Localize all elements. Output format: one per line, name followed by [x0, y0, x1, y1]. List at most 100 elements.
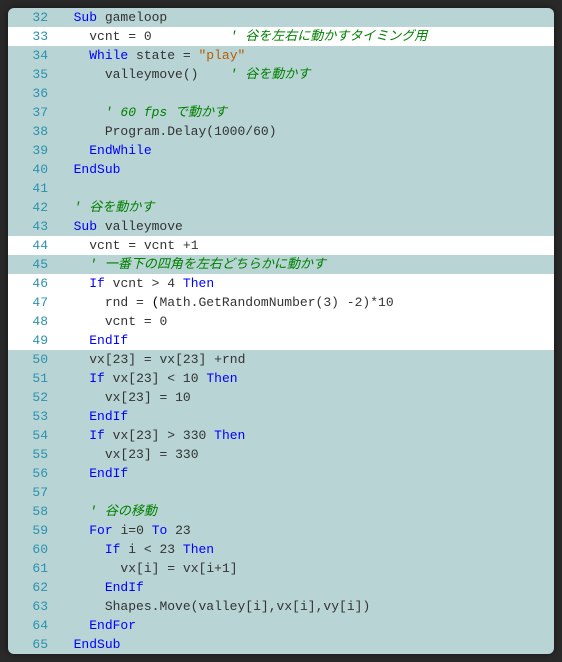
- line-number: 46: [8, 274, 58, 293]
- token-kw: Sub: [74, 10, 97, 25]
- token-ident: GetRandomNumber: [198, 295, 315, 310]
- code-content: EndIf: [58, 331, 554, 350]
- token-ident: vcnt: [105, 314, 136, 329]
- code-line: 39 EndWhile: [8, 141, 554, 160]
- token-op: [: [245, 599, 253, 614]
- token-ident: vx: [120, 561, 136, 576]
- token-op: (): [183, 67, 199, 82]
- token-ident: i: [347, 599, 355, 614]
- token-op: +: [214, 561, 222, 576]
- code-line: 56 EndIf: [8, 464, 554, 483]
- token-kw: If: [89, 428, 105, 443]
- line-number: 57: [8, 483, 58, 502]
- token-ident: valleymove: [105, 67, 183, 82]
- code-content: Program.Delay(1000/60): [58, 122, 554, 141]
- token-op: ]: [308, 599, 316, 614]
- token-ident: Shapes: [105, 599, 152, 614]
- token-kw: Then: [214, 428, 245, 443]
- token-plain: [58, 124, 105, 139]
- token-num: 23: [159, 542, 175, 557]
- code-line: 55 vx[23] = 330: [8, 445, 554, 464]
- token-op: ): [269, 124, 277, 139]
- code-content: ' 谷の移動: [58, 502, 554, 521]
- line-number: 59: [8, 521, 58, 540]
- line-number: 56: [8, 464, 58, 483]
- token-plain: [58, 618, 89, 633]
- token-ident: vx: [277, 599, 293, 614]
- token-kw: EndIf: [89, 333, 128, 348]
- code-content: If vcnt > 4 Then: [58, 274, 554, 293]
- code-content: EndIf: [58, 464, 554, 483]
- token-ident: vcnt: [89, 29, 120, 44]
- token-ident: valleymove: [105, 219, 183, 234]
- line-number: 33: [8, 27, 58, 46]
- token-ident: vx: [160, 352, 176, 367]
- code-line: 52 vx[23] = 10: [8, 388, 554, 407]
- token-op: [: [136, 561, 144, 576]
- token-kw: EndWhile: [89, 143, 151, 158]
- code-content: EndFor: [58, 616, 554, 635]
- token-plain: [167, 447, 175, 462]
- token-ident: vx: [105, 390, 121, 405]
- token-plain: [58, 637, 74, 652]
- token-kw: EndIf: [105, 580, 144, 595]
- token-ident: Math: [159, 295, 190, 310]
- token-num: 330: [175, 447, 198, 462]
- token-plain: [58, 48, 89, 63]
- token-plain: [58, 390, 105, 405]
- token-ident: i: [300, 599, 308, 614]
- token-plain: [58, 523, 89, 538]
- token-ident: vx: [113, 428, 129, 443]
- token-plain: [175, 48, 183, 63]
- code-line: 48 vcnt = 0: [8, 312, 554, 331]
- code-content: valleymove() ' 谷を動かす: [58, 65, 554, 84]
- token-op: [: [128, 428, 136, 443]
- token-plain: [152, 29, 230, 44]
- token-op: [: [339, 599, 347, 614]
- code-line: 36: [8, 84, 554, 103]
- token-comment: ' 一番下の四角を左右どちらかに動かす: [89, 257, 326, 272]
- token-ident: Program: [105, 124, 160, 139]
- token-plain: [105, 276, 113, 291]
- code-line: 54 If vx[23] > 330 Then: [8, 426, 554, 445]
- token-plain: [175, 428, 183, 443]
- line-number: 38: [8, 122, 58, 141]
- token-op: <: [167, 371, 175, 386]
- token-plain: [58, 105, 105, 120]
- line-number: 34: [8, 46, 58, 65]
- code-content: [58, 84, 554, 103]
- token-plain: [136, 29, 144, 44]
- code-content: Shapes.Move(valley[i],vx[i],vy[i]): [58, 597, 554, 616]
- line-number: 43: [8, 217, 58, 236]
- token-kw: If: [105, 542, 121, 557]
- token-ident: gameloop: [105, 10, 167, 25]
- line-number: 42: [8, 198, 58, 217]
- token-kw: For: [89, 523, 112, 538]
- token-plain: [58, 162, 74, 177]
- code-line: 43 Sub valleymove: [8, 217, 554, 236]
- token-plain: [58, 371, 89, 386]
- line-number: 64: [8, 616, 58, 635]
- token-op: ): [331, 295, 339, 310]
- line-number: 51: [8, 369, 58, 388]
- code-line: 51 If vx[23] < 10 Then: [8, 369, 554, 388]
- token-comment: ' 谷を動かす: [74, 200, 155, 215]
- token-plain: [167, 523, 175, 538]
- token-num: 1: [191, 238, 199, 253]
- code-line: 37 ' 60 fps で動かす: [8, 103, 554, 122]
- code-content: EndIf: [58, 407, 554, 426]
- token-op: ]: [128, 352, 136, 367]
- token-plain: [175, 238, 183, 253]
- code-line: 32 Sub gameloop: [8, 8, 554, 27]
- token-op: +: [183, 238, 191, 253]
- code-line: 57: [8, 483, 554, 502]
- code-line: 60 If i < 23 Then: [8, 540, 554, 559]
- token-plain: (: [144, 295, 160, 310]
- token-plain: [58, 276, 89, 291]
- line-number: 49: [8, 331, 58, 350]
- token-num: 23: [136, 428, 152, 443]
- token-num: 0: [144, 29, 152, 44]
- token-plain: [144, 276, 152, 291]
- line-number: 47: [8, 293, 58, 312]
- token-plain: [167, 390, 175, 405]
